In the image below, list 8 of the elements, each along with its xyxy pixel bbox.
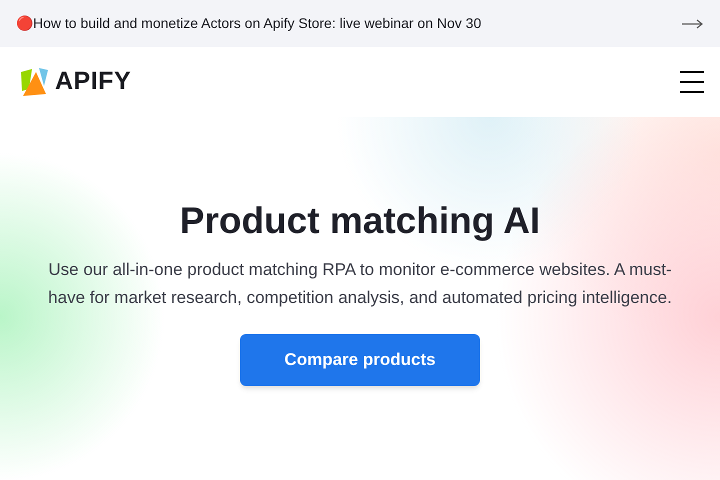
announcement-bar[interactable]: 🔴How to build and monetize Actors on Apify Store: live webinar on Nov 30	[0, 0, 720, 47]
announcement-text[interactable]: 🔴How to build and monetize Actors on Apify Store: live webinar on Nov 30	[16, 13, 482, 34]
hero-title: Product matching AI	[180, 199, 540, 243]
hero-description: Use our all-in-one product matching RPA to monitor e-commerce websites. A must-have for market research, competition analysis, and automated pricing intelligence.	[47, 259, 673, 309]
arrow-right-icon[interactable]	[682, 18, 704, 28]
menu-icon[interactable]	[680, 71, 704, 93]
logo-text[interactable]: APIFY	[55, 63, 132, 101]
compare-products-button[interactable]: Compare products	[240, 334, 480, 386]
